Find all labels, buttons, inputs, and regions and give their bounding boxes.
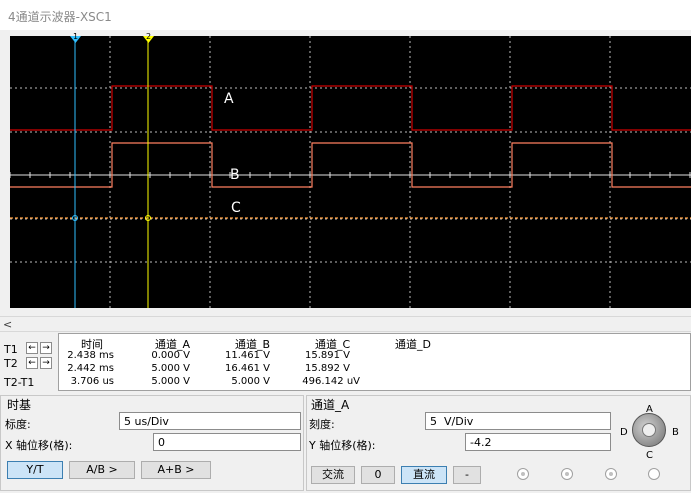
cursor-t2-label[interactable]: 2 bbox=[144, 32, 153, 41]
timebase-title: 时基 bbox=[7, 398, 32, 412]
t2-left-arrow-button[interactable]: ← bbox=[26, 357, 38, 369]
trace-label-a: A bbox=[224, 91, 234, 107]
trace-label-b: B bbox=[230, 167, 240, 183]
knob-label-d: D bbox=[620, 427, 628, 438]
trigger-radio-4[interactable] bbox=[648, 468, 660, 480]
trace-channel-b bbox=[10, 142, 691, 188]
yt-mode-button[interactable]: Y/T bbox=[7, 461, 63, 479]
t1-channel-b: 11.461 V bbox=[224, 350, 270, 361]
y-offset-input[interactable] bbox=[465, 433, 611, 451]
x-offset-label: X 轴位移(格): bbox=[5, 439, 73, 452]
trigger-radio-2[interactable] bbox=[561, 468, 573, 480]
oscilloscope-display bbox=[10, 36, 691, 308]
knob-label-c: C bbox=[646, 450, 653, 461]
trigger-radio-3[interactable] bbox=[605, 468, 617, 480]
t2-channel-a: 5.000 V bbox=[151, 363, 190, 374]
delta-time: 3.706 us bbox=[70, 376, 114, 387]
t2-time: 2.442 ms bbox=[67, 363, 114, 374]
readout-table: 时间 通道_A 通道_B 通道_C 通道_D 2.438 ms 0.000 V … bbox=[58, 333, 691, 391]
zero-coupling-button[interactable]: 0 bbox=[361, 466, 395, 484]
minus-button[interactable]: - bbox=[453, 466, 481, 484]
channel-group: 通道_A 刻度: Y 轴位移(格): 交流 0 直流 - bbox=[306, 395, 691, 491]
y-offset-label: Y 轴位移(格): bbox=[309, 439, 376, 452]
knob-label-a: A bbox=[646, 404, 653, 415]
t1-channel-c: 15.891 V bbox=[304, 350, 350, 361]
cursor-t1-label[interactable]: 1 bbox=[71, 32, 80, 41]
t1-time: 2.438 ms bbox=[67, 350, 114, 361]
row-label-t1: T1 bbox=[4, 343, 18, 356]
x-offset-input[interactable] bbox=[153, 433, 301, 451]
scope-screen: A B C 1 2 bbox=[10, 32, 691, 308]
ac-coupling-button[interactable]: 交流 bbox=[311, 466, 355, 484]
t1-channel-a: 0.000 V bbox=[151, 350, 190, 361]
row-label-t2-t1: T2-T1 bbox=[4, 376, 35, 389]
t2-channel-c: 15.892 V bbox=[304, 363, 350, 374]
aplusb-mode-button[interactable]: A+B > bbox=[141, 461, 211, 479]
delta-channel-b: 5.000 V bbox=[231, 376, 270, 387]
t2-channel-b: 16.461 V bbox=[224, 363, 270, 374]
header-channel-d: 通道_D bbox=[395, 338, 431, 351]
row-label-t2: T2 bbox=[4, 357, 18, 370]
dc-coupling-button[interactable]: 直流 bbox=[401, 466, 447, 484]
t1-left-arrow-button[interactable]: ← bbox=[26, 342, 38, 354]
window-title: 4通道示波器-XSC1 bbox=[0, 0, 691, 30]
channel-scale-label: 刻度: bbox=[309, 418, 335, 431]
horizontal-scrollbar[interactable]: < bbox=[0, 316, 691, 332]
delta-channel-a: 5.000 V bbox=[151, 376, 190, 387]
timebase-group: 时基 标度: X 轴位移(格): Y/T A/B > A+B > bbox=[0, 395, 304, 491]
channel-title: 通道_A bbox=[311, 398, 350, 412]
scroll-left-arrow[interactable]: < bbox=[3, 318, 12, 331]
t1-right-arrow-button[interactable]: → bbox=[40, 342, 52, 354]
delta-channel-c: 496.142 uV bbox=[302, 376, 360, 387]
channel-selector-knob[interactable] bbox=[632, 413, 666, 447]
trigger-radio-1[interactable] bbox=[517, 468, 529, 480]
knob-label-b: B bbox=[672, 427, 679, 438]
channel-scale-input[interactable] bbox=[425, 412, 611, 430]
t2-right-arrow-button[interactable]: → bbox=[40, 357, 52, 369]
ab-mode-button[interactable]: A/B > bbox=[69, 461, 135, 479]
timebase-scale-label: 标度: bbox=[5, 418, 31, 431]
trace-channel-a bbox=[10, 85, 691, 131]
trace-label-c: C bbox=[231, 200, 241, 216]
timebase-scale-input[interactable] bbox=[119, 412, 301, 430]
